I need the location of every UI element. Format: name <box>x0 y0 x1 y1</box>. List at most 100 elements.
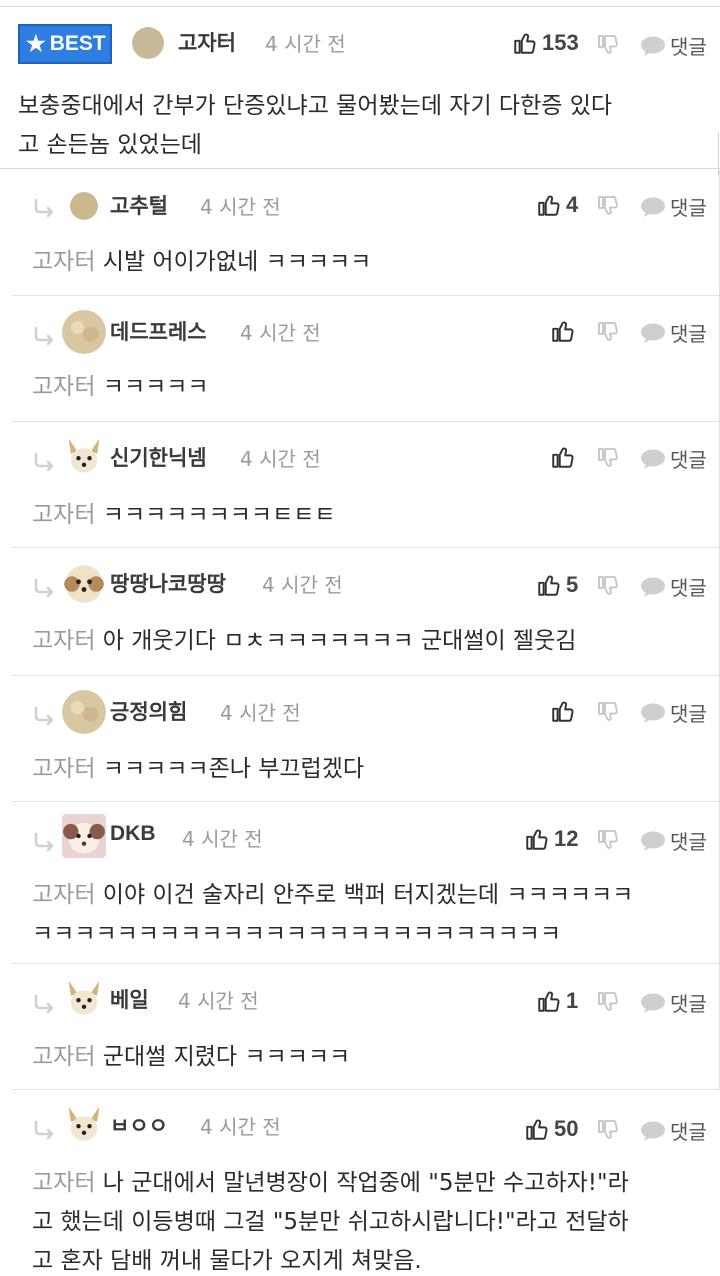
dislike-button[interactable] <box>596 574 620 598</box>
dislike-button[interactable] <box>596 700 620 724</box>
reply-button[interactable]: 댓글 <box>640 698 707 727</box>
mention[interactable]: 고자터 <box>32 502 95 528</box>
mention[interactable]: 고자터 <box>32 756 95 782</box>
like-button[interactable]: 153 <box>512 30 579 56</box>
comment-author[interactable]: ㅂㅇㅇ <box>110 1110 168 1140</box>
reply-comment: 고추털 4 시간 전 4 댓글 고자터 시발 어이가없네 ㅋㅋㅋㅋㅋ <box>12 170 720 296</box>
like-button[interactable]: 4 <box>536 192 578 218</box>
avatar[interactable] <box>62 310 106 354</box>
speech-bubble-icon <box>640 702 666 724</box>
comment-time: 4 시간 전 <box>182 827 263 851</box>
thumb-down-icon <box>598 702 618 721</box>
reply-button[interactable]: 댓글 <box>640 31 707 60</box>
dislike-button[interactable] <box>596 194 620 218</box>
reply-button[interactable]: 댓글 <box>640 988 707 1017</box>
dislike-button[interactable] <box>596 1118 620 1142</box>
thumb-up-icon <box>550 698 576 724</box>
mention[interactable]: 고자터 <box>32 1044 95 1070</box>
reply-button[interactable]: 댓글 <box>640 444 707 473</box>
like-button[interactable]: 12 <box>524 826 578 852</box>
like-button[interactable]: 50 <box>524 1116 578 1142</box>
comment-author[interactable]: 고추털 <box>110 190 168 220</box>
comment-author[interactable]: DKB <box>110 822 156 846</box>
reply-comment: ㅂㅇㅇ 4 시간 전 50 댓글 고자터 나 군대에서 말년병장이 작업중에 "… <box>12 1090 720 1276</box>
reply-button[interactable]: 댓글 <box>640 192 707 221</box>
thumb-down-icon <box>598 448 618 467</box>
like-count: 4 <box>566 192 579 217</box>
comment-text: 고자터 ㅋㅋㅋㅋㅋ <box>32 374 209 400</box>
speech-bubble-icon <box>640 35 666 57</box>
reply-arrow-icon <box>32 450 60 474</box>
mention[interactable]: 고자터 <box>32 374 95 400</box>
comment-author[interactable]: 고자터 <box>178 27 236 57</box>
comment-author[interactable]: 데드프레스 <box>110 316 207 346</box>
speech-bubble-icon <box>640 322 666 344</box>
comment-author[interactable]: 베일 <box>110 984 149 1014</box>
reply-button[interactable]: 댓글 <box>640 318 707 347</box>
mention[interactable]: 고자터 <box>32 249 95 275</box>
like-button[interactable]: 5 <box>536 572 578 598</box>
reply-button[interactable]: 댓글 <box>640 572 707 601</box>
comment-text: 고자터 ㅋㅋㅋㅋㅋㅋㅋㅋㅌㅌㅌ <box>32 502 336 528</box>
reply-comment: 베일 4 시간 전 1 댓글 고자터 군대썰 지렸다 ㅋㅋㅋㅋㅋ <box>12 964 720 1090</box>
reply-arrow-icon <box>32 576 60 600</box>
star-icon: ★ <box>26 31 46 56</box>
reply-arrow-icon <box>32 830 60 854</box>
dislike-button[interactable] <box>596 320 620 344</box>
like-button[interactable] <box>550 444 580 470</box>
avatar[interactable] <box>62 434 106 478</box>
reply-arrow-icon <box>32 1118 60 1142</box>
reply-arrow-icon <box>32 196 60 220</box>
comment-text: 고자터 이야 이건 술자리 안주로 백퍼 터지겠는데 ㅋㅋㅋㅋㅋㅋ ㅋㅋㅋㅋㅋㅋ… <box>32 882 634 947</box>
like-count: 1 <box>566 988 579 1013</box>
reply-button[interactable]: 댓글 <box>640 826 707 855</box>
comment-text: 고자터 나 군대에서 말년병장이 작업중에 "5분만 수고하자!"라 고 했는데… <box>32 1170 629 1274</box>
thumb-up-icon <box>550 444 576 470</box>
avatar[interactable] <box>62 690 106 734</box>
thumb-down-icon <box>598 35 618 54</box>
thumb-up-icon <box>550 318 576 344</box>
comment-time: 4 시간 전 <box>240 321 321 345</box>
dislike-button[interactable] <box>596 990 620 1014</box>
mention[interactable]: 고자터 <box>32 882 95 908</box>
comment-author[interactable]: 신기한닉넴 <box>110 442 207 472</box>
dislike-button[interactable] <box>596 33 620 57</box>
comment-time: 4 시간 전 <box>262 573 343 597</box>
mention[interactable]: 고자터 <box>32 1170 95 1196</box>
thumb-down-icon <box>598 1120 618 1139</box>
reply-arrow-icon <box>32 992 60 1016</box>
like-button[interactable]: 1 <box>536 988 578 1014</box>
reply-comment: 신기한닉넴 4 시간 전 댓글 고자터 ㅋㅋㅋㅋㅋㅋㅋㅋㅌㅌㅌ <box>12 422 720 548</box>
comment-text: 보충중대에서 간부가 단증있냐고 물어봤는데 자기 다한증 있다 고 손든놈 있… <box>18 93 613 158</box>
avatar[interactable] <box>70 192 98 220</box>
thumb-down-icon <box>598 322 618 341</box>
reply-arrow-icon <box>32 324 60 348</box>
mention[interactable]: 고자터 <box>32 628 95 654</box>
comment-author[interactable]: 긍정의힘 <box>110 696 187 726</box>
like-button[interactable] <box>550 698 580 724</box>
thumb-up-icon <box>512 30 538 56</box>
speech-bubble-icon <box>640 830 666 852</box>
comment-text: 고자터 군대썰 지렸다 ㅋㅋㅋㅋㅋ <box>32 1044 351 1070</box>
avatar[interactable] <box>62 562 106 606</box>
avatar[interactable] <box>62 976 106 1020</box>
best-comment: ★ BEST 고자터 4 시간 전 153 댓글 보충중대에서 간부가 단증있냐… <box>0 7 720 175</box>
reply-button[interactable]: 댓글 <box>640 1116 707 1145</box>
avatar[interactable] <box>62 1102 106 1146</box>
reply-comment: DKB 4 시간 전 12 댓글 고자터 이야 이건 술자리 안주로 백퍼 터지… <box>12 802 720 964</box>
avatar[interactable] <box>132 27 164 59</box>
like-count: 12 <box>554 826 579 851</box>
thumb-up-icon <box>536 988 562 1014</box>
like-button[interactable] <box>550 318 580 344</box>
like-count: 5 <box>566 572 579 597</box>
speech-bubble-icon <box>640 448 666 470</box>
speech-bubble-icon <box>640 1120 666 1142</box>
speech-bubble-icon <box>640 196 666 218</box>
dislike-button[interactable] <box>596 446 620 470</box>
comment-author[interactable]: 땅땅나코땅땅 <box>110 568 226 598</box>
avatar[interactable] <box>62 814 106 858</box>
best-badge: ★ BEST <box>18 24 112 64</box>
speech-bubble-icon <box>640 992 666 1014</box>
dislike-button[interactable] <box>596 828 620 852</box>
thumb-down-icon <box>598 576 618 595</box>
